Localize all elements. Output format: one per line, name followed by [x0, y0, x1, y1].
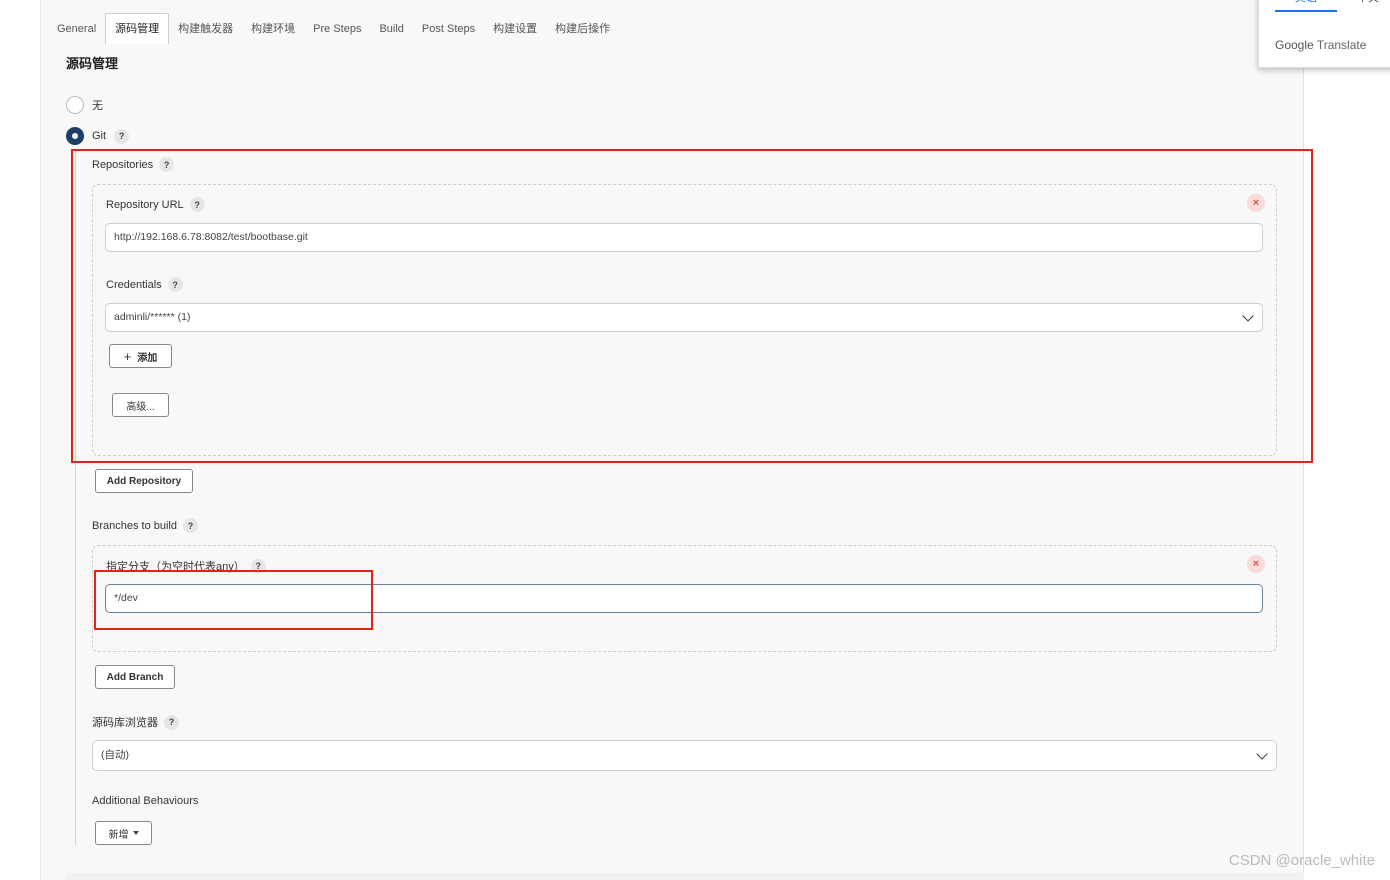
scm-option-none-label: 无 — [92, 100, 103, 112]
google-translate-logo: Google Translate — [1275, 38, 1366, 52]
radio-git[interactable] — [66, 127, 84, 145]
left-rail — [0, 0, 41, 880]
credentials-label-text: Credentials — [106, 278, 162, 291]
credentials-select-value: adminli/****** (1) — [114, 311, 191, 323]
scm-option-git[interactable]: Git ? — [66, 127, 130, 145]
advanced-button[interactable]: 高级... — [112, 393, 169, 417]
repo-browser-label-text: 源码库浏览器 — [92, 717, 158, 729]
caret-down-icon — [132, 831, 139, 835]
add-branch-button[interactable]: Add Branch — [95, 665, 175, 689]
config-tabs: General 源码管理 构建触发器 构建环境 Pre Steps Build … — [48, 12, 619, 44]
translate-tab-target[interactable]: 中文 — [1337, 0, 1390, 12]
add-behaviour-button[interactable]: 新增 — [95, 821, 152, 845]
branch-specifier-label: 指定分支（为空时代表any） ? — [106, 558, 266, 574]
plus-icon: + — [123, 348, 132, 364]
tab-scm[interactable]: 源码管理 — [105, 13, 170, 44]
tab-build[interactable]: Build — [370, 14, 412, 44]
tab-build-environment[interactable]: 构建环境 — [242, 14, 304, 44]
git-section-indent-line — [75, 150, 76, 845]
tab-post-steps[interactable]: Post Steps — [413, 14, 484, 44]
repositories-label-text: Repositories — [92, 158, 154, 171]
repo-browser-select[interactable]: (自动) — [92, 740, 1277, 771]
section-title: 源码管理 — [66, 56, 119, 71]
branch-specifier-label-text: 指定分支（为空时代表any） — [106, 561, 245, 573]
scm-option-none[interactable]: 无 — [66, 96, 103, 114]
branches-label-text: Branches to build — [92, 519, 177, 532]
add-credentials-button-label: 添加 — [137, 352, 158, 364]
repository-url-label-text: Repository URL — [106, 198, 184, 211]
tab-build-triggers[interactable]: 构建触发器 — [169, 14, 242, 44]
repo-browser-label: 源码库浏览器 ? — [92, 714, 179, 730]
close-icon[interactable]: × — [1247, 555, 1265, 573]
help-icon[interactable]: ? — [164, 714, 179, 730]
radio-none[interactable] — [66, 96, 84, 114]
tab-post-build-actions[interactable]: 构建后操作 — [546, 14, 619, 44]
additional-behaviours-label: Additional Behaviours — [92, 795, 199, 807]
tab-pre-steps[interactable]: Pre Steps — [304, 14, 370, 44]
tab-build-settings[interactable]: 构建设置 — [484, 14, 546, 44]
chevron-down-icon — [1242, 310, 1254, 322]
google-brand: Google — [1275, 38, 1314, 52]
repo-browser-select-value: (自动) — [101, 749, 129, 761]
help-icon[interactable]: ? — [159, 157, 175, 172]
help-icon[interactable]: ? — [183, 518, 198, 533]
scm-option-git-label: Git — [92, 130, 107, 142]
repository-url-input[interactable]: http://192.168.6.78:8082/test/bootbase.g… — [105, 223, 1263, 252]
repository-url-label: Repository URL ? — [106, 197, 205, 212]
credentials-label: Credentials ? — [106, 277, 183, 292]
add-credentials-button[interactable]: + 添加 — [109, 344, 172, 368]
help-icon[interactable]: ? — [189, 197, 205, 212]
translate-tab-source[interactable]: 英语 — [1275, 0, 1337, 12]
tab-general[interactable]: General — [48, 14, 105, 44]
repositories-label: Repositories ? — [92, 157, 175, 172]
chevron-down-icon — [1256, 748, 1268, 760]
bottom-bar — [66, 873, 1304, 880]
credentials-select[interactable]: adminli/****** (1) — [105, 303, 1263, 332]
add-repository-button[interactable]: Add Repository — [95, 469, 193, 493]
close-icon[interactable]: × — [1247, 194, 1265, 212]
watermark: CSDN @oracle_white — [1228, 852, 1375, 869]
help-icon[interactable]: ? — [250, 558, 266, 574]
google-translate-popup: 英语 中文 Google Translate — [1258, 0, 1390, 68]
help-icon[interactable]: ? — [167, 277, 183, 292]
help-icon[interactable]: ? — [114, 128, 130, 144]
translate-product: Translate — [1316, 38, 1367, 52]
branch-specifier-input[interactable]: */dev — [105, 584, 1263, 613]
translate-tabs: 英语 中文 — [1275, 0, 1390, 13]
add-behaviour-button-label: 新增 — [108, 829, 129, 841]
branches-label: Branches to build ? — [92, 518, 198, 533]
